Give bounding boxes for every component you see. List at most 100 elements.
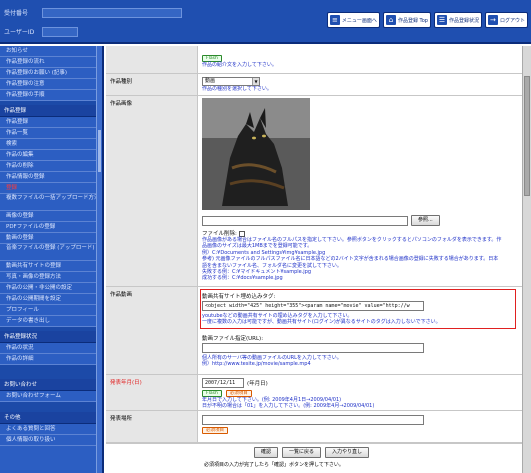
sidebar-section-heading: 作品登録状況 (0, 331, 102, 343)
sidebar-item[interactable]: お問い合わせフォーム (0, 391, 102, 402)
date-input[interactable]: 2007/12/11 (202, 378, 244, 388)
home-icon: ⌂ (385, 15, 396, 25)
date-hint-2: 日が不明の場合は「01」を入力して下さい。(例: 2009年4月→2009/04… (202, 403, 375, 410)
sidebar-item[interactable]: 写真・画像の登録方法 (0, 272, 102, 283)
form-row-date: 発表年月(日) 2007/12/11 (年月日) Flash 必須項目 年月日で… (106, 375, 522, 411)
sidebar-item[interactable]: プロフィール (0, 305, 102, 316)
logout-button-label: ログアウト (499, 17, 525, 24)
work-type-label: 作品種別 (106, 74, 198, 95)
embed-tag-label: 動画共有サイト埋め込みタグ: (202, 294, 276, 300)
top-header: 受付番号 ユーザーID ≡ メニュー画面へ ⌂ 作品登録 Top ☰ 作品登録状況 →… (0, 0, 531, 44)
sidebar-scrollbar[interactable] (96, 46, 102, 473)
image-delete-checkbox[interactable] (238, 230, 245, 237)
form-row-work-image: 作品画像 参照... ファイル削除: 作品画像がある場合はファイル名のフルパスを… (106, 96, 522, 287)
submit-notice: 必須項目の入力が完了したら「確認」ボタンを押して下さい。 (204, 462, 344, 468)
form-value-date: 2007/12/11 (年月日) Flash 必須項目 年月日で入力して下さい。… (202, 375, 522, 410)
sidebar-section-heading: その他 (0, 412, 102, 424)
header-field-1-value (42, 7, 182, 18)
form-value-description: Flash 作品の紹介文を入力して下さい。 (202, 46, 522, 73)
image-hint-1: 作品画像がある場合はファイル名のフルパスを指定して下さい。参照ボタンをクリックす… (202, 237, 502, 250)
description-hint: 作品の紹介文を入力して下さい。 (202, 62, 277, 68)
date-badges: Flash 必須項目 (202, 389, 522, 397)
sidebar-item[interactable]: 音楽ファイルの登録 (アップロード) (0, 244, 102, 261)
work-type-hint: 作品の種別を選択して下さい。 (202, 86, 272, 92)
back-to-list-button[interactable]: 一覧に戻る (282, 447, 322, 458)
video-url-input[interactable] (202, 342, 424, 353)
required-badge: 必須項目 (225, 390, 252, 397)
format-badge: Flash (202, 55, 222, 62)
home-button[interactable]: ⌂ 作品登録 Top (382, 12, 431, 28)
logout-button[interactable]: → ログアウト (484, 12, 528, 28)
form-value-work-image: 参照... ファイル削除: 作品画像がある場合はファイル名のフルパスを指定して下… (202, 96, 522, 286)
sidebar-item[interactable]: 動画共有サイトの登録 (0, 261, 102, 272)
main-form: Flash 作品の紹介文を入力して下さい。 作品種別 動画 ▼ 作品の種別を選択し… (106, 46, 522, 473)
action-buttons: 確認 一覧に戻る 入力やり直し (254, 447, 370, 458)
confirm-button[interactable]: 確認 (254, 447, 279, 458)
work-type-select[interactable]: 動画 ▼ (202, 77, 260, 86)
status-button[interactable]: ☰ 作品登録状況 (433, 12, 482, 28)
sidebar-item[interactable]: 個人情報の取り扱い (0, 435, 102, 446)
sidebar-item[interactable]: データの書き出し (0, 316, 102, 327)
sidebar-item[interactable]: 検索 (0, 139, 102, 150)
sidebar-item[interactable]: 画像の登録 (0, 211, 102, 222)
home-button-label: 作品登録 Top (397, 17, 428, 24)
work-type-selected: 動画 (205, 78, 216, 84)
required-badge: 必須項目 (202, 427, 228, 434)
form-row-video: 作品動画 動画共有サイト埋め込みタグ: <object width="425" … (106, 287, 522, 375)
sidebar-item[interactable]: 作品の削除 (0, 161, 102, 172)
sidebar-item[interactable]: 作品の編集 (0, 150, 102, 161)
header-button-group: ≡ メニュー画面へ ⌂ 作品登録 Top ☰ 作品登録状況 → ログアウト (326, 12, 528, 28)
sidebar-item[interactable]: 作品の公開期間を設定 (0, 294, 102, 305)
format-badge: Flash (202, 390, 222, 397)
video-url-label: 動画ファイル指定(URL): (202, 335, 264, 342)
sidebar-item[interactable]: 作品の公開・非公開の設定 (0, 283, 102, 294)
place-label: 発表場所 (106, 411, 198, 442)
browse-button[interactable]: 参照... (411, 215, 440, 226)
form-value-place: 必須項目 (202, 411, 522, 442)
sidebar-item[interactable]: 作品登録のお願い (記事) (0, 68, 102, 79)
image-hint-3: 参考) 元画像ファイルのフルパスファイル名に日本語などの2バイト文字が含まれる場… (202, 256, 499, 269)
image-hint-5: 成功する例：C:¥docs¥sample.jpg (202, 275, 283, 282)
cat-photo (202, 98, 310, 210)
header-field-2: ユーザーID (4, 26, 78, 37)
sidebar: お知らせ 作品登録の流れ 作品登録のお願い (記事) 作品登録の注意 作品登録の… (0, 46, 104, 473)
place-input[interactable] (202, 415, 424, 425)
sidebar-item[interactable]: 作品登録の流れ (0, 57, 102, 68)
logout-icon: → (487, 15, 498, 25)
sidebar-item[interactable]: 作品の詳細 (0, 354, 102, 365)
menu-button[interactable]: ≡ メニュー画面へ (326, 12, 380, 28)
sidebar-item[interactable]: よくある質問と回答 (0, 424, 102, 435)
sidebar-item[interactable]: 作品情報の登録 (0, 172, 102, 183)
date-input-row: 2007/12/11 (年月日) (202, 378, 522, 388)
sidebar-item[interactable]: 動画の登録 (0, 233, 102, 244)
page-scrollbar-thumb[interactable] (524, 76, 530, 196)
header-field-2-label: ユーザーID (4, 29, 35, 36)
reset-button[interactable]: 入力やり直し (325, 447, 370, 458)
embed-hint-2: 一度に複数の入力は可能ですが、動画共有サイト(ログイン)が異なるサイトのタグは入… (202, 319, 441, 326)
date-label: 発表年月(日) (106, 375, 198, 410)
sidebar-item[interactable]: PDFファイルの登録 (0, 222, 102, 233)
image-file-row: 参照... (202, 215, 522, 226)
sidebar-scrollbar-thumb[interactable] (98, 130, 101, 172)
sidebar-item-active[interactable]: 登録 (0, 183, 102, 194)
form-row-description: Flash 作品の紹介文を入力して下さい。 (106, 46, 522, 74)
chevron-down-icon: ▼ (252, 78, 259, 85)
embed-tag-input[interactable]: <object width="425" height="355"><param … (202, 301, 424, 311)
video-label: 作品動画 (106, 287, 198, 374)
sidebar-item[interactable]: 複数ファイルの一括アップロード方法 (0, 194, 102, 211)
video-url-hint-2: 例）http://www.tesite.jp/movie/sample.mp4 (202, 361, 311, 368)
work-image-label: 作品画像 (106, 96, 198, 286)
menu-button-label: メニュー画面へ (341, 17, 377, 24)
sidebar-item[interactable]: 作品登録の手順 (0, 90, 102, 101)
sidebar-item[interactable]: 作品の状況 (0, 343, 102, 354)
sidebar-item[interactable]: 作品登録 (0, 117, 102, 128)
sidebar-item[interactable]: お知らせ (0, 46, 102, 57)
sidebar-item[interactable]: 作品登録の注意 (0, 79, 102, 90)
form-row-work-type: 作品種別 動画 ▼ 作品の種別を選択して下さい。 (106, 74, 522, 96)
form-value-work-type: 動画 ▼ 作品の種別を選択して下さい。 (202, 74, 522, 95)
form-label-empty (106, 46, 198, 73)
sidebar-item[interactable]: 作品一覧 (0, 128, 102, 139)
page-scrollbar[interactable] (522, 46, 531, 473)
image-file-input[interactable] (202, 215, 408, 226)
sidebar-section-heading: 作品登録 (0, 105, 102, 117)
